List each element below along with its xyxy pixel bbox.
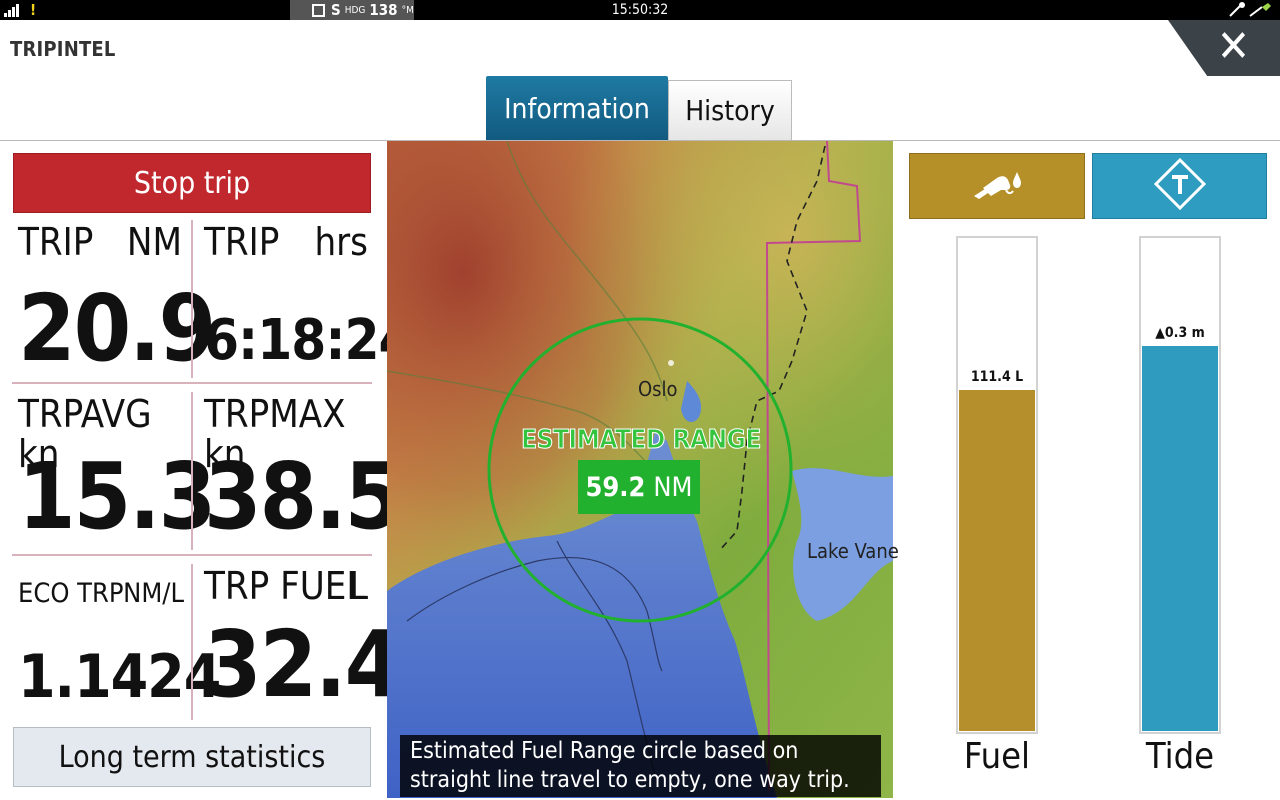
stat-value: 32.4 (204, 611, 402, 718)
stat-label: TRP FUEL (204, 564, 366, 608)
tide-gauge-value: ▲0.3 m (1155, 325, 1205, 341)
tide-gauge (1139, 236, 1221, 734)
stat-unit: NM/L (123, 578, 184, 609)
stat-trip-distance[interactable]: TRIP NM 20.9 (12, 216, 216, 386)
stat-trip-fuel[interactable]: TRP FUEL L 32.4 (198, 560, 402, 730)
stat-divider (191, 220, 193, 378)
fuel-gauge-value: 111.4 L (970, 369, 1024, 385)
tide-gauge-label: Tide (1145, 736, 1215, 777)
stat-unit: L (348, 564, 368, 608)
tab-bar: Information History (486, 76, 792, 140)
fuel-view-button[interactable] (909, 153, 1085, 219)
close-icon[interactable]: ✕ (1217, 22, 1250, 72)
stat-label: ECO TRP (18, 578, 124, 609)
stat-value: 38.5 (204, 443, 402, 550)
satellite-icon (1228, 1, 1274, 21)
fuel-pump-icon (971, 166, 1023, 206)
stat-divider (191, 392, 193, 550)
stat-value: 1.1424 (18, 642, 221, 712)
fuel-gauge (956, 236, 1038, 734)
stat-divider (191, 564, 193, 720)
stat-label: TRIP (204, 220, 280, 264)
long-term-statistics-button[interactable]: Long term statistics (13, 727, 371, 787)
map-caption: Estimated Fuel Range circle based on str… (400, 735, 881, 797)
tide-diamond-icon (1153, 157, 1207, 215)
stat-unit: hrs (314, 220, 368, 264)
status-bar: ! S HDG 138 °M 15:50:32 (0, 0, 1280, 20)
fuel-gauge-fill (959, 390, 1035, 731)
stat-value: 6:18:24 (204, 308, 414, 373)
stat-trip-max-speed[interactable]: TRPMAX kn 38.5 (198, 388, 402, 558)
stat-label: TRIP (18, 220, 94, 264)
estimated-range-badge: 59.2 NM (578, 460, 700, 514)
app-title: TRIPINTEL (10, 37, 116, 61)
stat-divider (12, 382, 372, 384)
stat-eco-trip[interactable]: ECO TRP NM/L 1.1424 (12, 560, 221, 730)
tab-history[interactable]: History (668, 80, 792, 140)
stat-value: 15.3 (18, 443, 216, 550)
stat-trip-avg-speed[interactable]: TRPAVG kn 15.3 (12, 388, 216, 558)
map-place-label-lake: Lake Vane (807, 539, 899, 563)
stat-trip-time[interactable]: TRIP hrs 6:18:24 (198, 216, 414, 386)
stat-divider (12, 554, 372, 556)
tide-gauge-fill (1142, 346, 1218, 731)
estimated-range-unit: NM (653, 471, 693, 503)
estimated-range-label: ESTIMATED RANGE (521, 425, 762, 456)
stat-value: 20.9 (18, 275, 216, 382)
fuel-gauge-label: Fuel (963, 736, 1031, 777)
tab-information[interactable]: Information (486, 76, 668, 140)
clock: 15:50:32 (611, 2, 669, 18)
close-button[interactable]: ✕ (1168, 20, 1280, 76)
stat-unit: NM (126, 220, 182, 264)
stop-trip-button[interactable]: Stop trip (13, 153, 371, 213)
tide-view-button[interactable] (1092, 153, 1267, 219)
map-place-label-oslo: Oslo (638, 377, 678, 401)
estimated-range-value: 59.2 (585, 471, 646, 503)
